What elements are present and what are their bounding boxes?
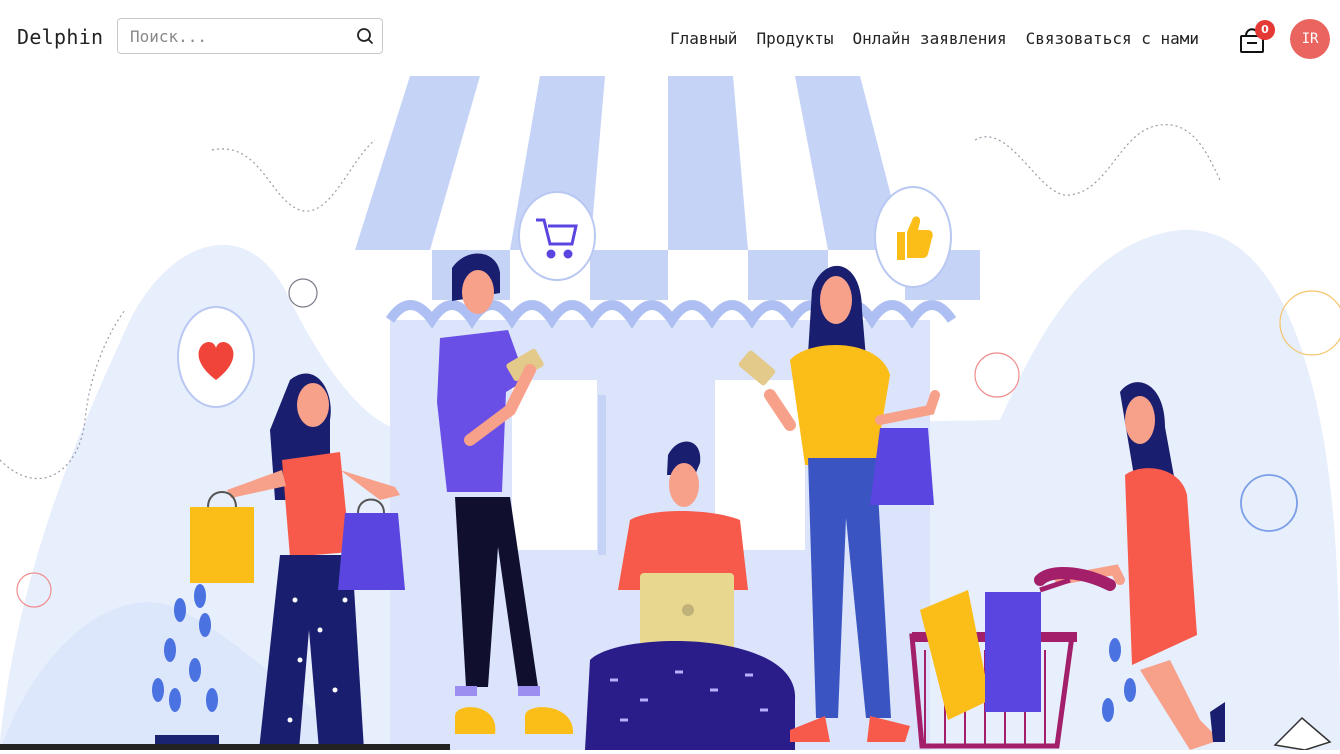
brand-logo[interactable]: Delphin: [17, 25, 103, 49]
search-input[interactable]: [118, 19, 360, 53]
nav-links: Главный Продукты Онлайн заявления Связов…: [670, 29, 1218, 48]
nav-item-contact[interactable]: Связоваться с нами: [1026, 29, 1199, 48]
user-avatar[interactable]: IR: [1290, 19, 1330, 59]
search-box: [117, 18, 383, 54]
nav-item-products[interactable]: Продукты: [756, 29, 833, 48]
nav-item-home[interactable]: Главный: [670, 29, 737, 48]
search-icon[interactable]: [354, 25, 376, 47]
cart-count-badge: 0: [1255, 20, 1275, 40]
navbar: Delphin Главный Продукты Онлайн заявлени…: [0, 0, 1340, 76]
heart-bubble: [177, 306, 255, 408]
cart-bubble: [518, 191, 596, 281]
nav-item-online-applications[interactable]: Онлайн заявления: [853, 29, 1007, 48]
hero-illustration: [0, 0, 1340, 751]
thumbs-bubble: [874, 186, 952, 288]
